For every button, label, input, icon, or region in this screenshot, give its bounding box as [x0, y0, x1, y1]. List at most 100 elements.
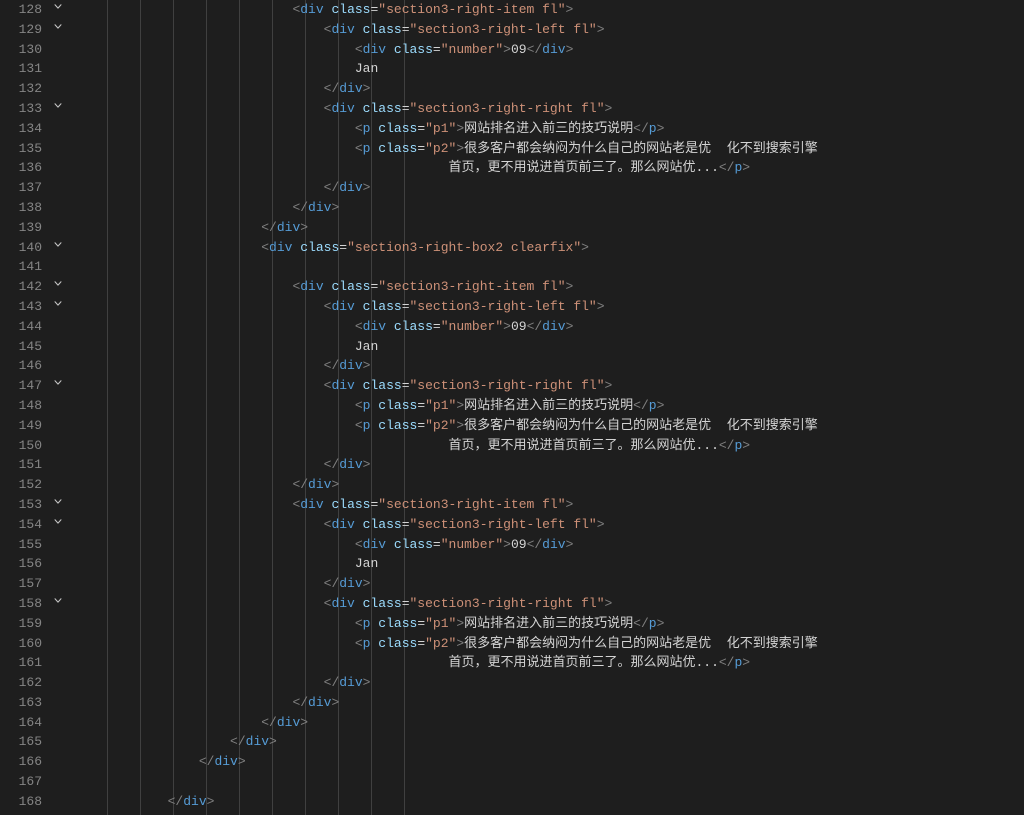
code-line[interactable]: </div> [74, 673, 1024, 693]
code-line[interactable]: 首页，更不用说进首页前三了。那么网站优...</p> [74, 158, 1024, 178]
line-number: 135 [0, 139, 49, 159]
fold-cell [49, 178, 67, 198]
code-line[interactable]: <p class="p2">很多客户都会纳闷为什么自己的网站老是优 化不到搜索引… [74, 634, 1024, 654]
fold-cell [49, 198, 67, 218]
line-number: 136 [0, 158, 49, 178]
line-number: 154 [0, 515, 49, 535]
code-line[interactable]: <div class="section3-right-left fl"> [74, 515, 1024, 535]
fold-cell [49, 634, 67, 654]
code-line[interactable]: <div class="section3-right-right fl"> [74, 594, 1024, 614]
line-number: 139 [0, 218, 49, 238]
line-number: 163 [0, 693, 49, 713]
fold-toggle[interactable] [49, 20, 67, 40]
fold-cell [49, 257, 67, 277]
fold-cell [49, 455, 67, 475]
fold-toggle[interactable] [49, 594, 67, 614]
line-number: 134 [0, 119, 49, 139]
code-line[interactable]: Jan [74, 59, 1024, 79]
code-line[interactable]: <div class="section3-right-right fl"> [74, 99, 1024, 119]
fold-cell [49, 317, 67, 337]
code-line[interactable] [74, 772, 1024, 792]
code-line[interactable]: </div> [74, 574, 1024, 594]
line-number: 148 [0, 396, 49, 416]
fold-cell [49, 436, 67, 456]
code-line[interactable]: <div class="section3-right-left fl"> [74, 297, 1024, 317]
fold-toggle[interactable] [49, 99, 67, 119]
fold-toggle[interactable] [49, 495, 67, 515]
code-line[interactable]: </div> [74, 792, 1024, 812]
code-line[interactable]: <div class="section3-right-left fl"> [74, 20, 1024, 40]
code-editor[interactable]: 1281291301311321331341351361371381391401… [0, 0, 1024, 815]
code-line[interactable]: </div> [74, 732, 1024, 752]
fold-cell [49, 158, 67, 178]
fold-cell [49, 337, 67, 357]
line-number: 165 [0, 732, 49, 752]
fold-cell [49, 139, 67, 159]
fold-toggle[interactable] [49, 238, 67, 258]
code-line[interactable]: </div> [74, 475, 1024, 495]
code-line[interactable]: <p class="p1">网站排名进入前三的技巧说明</p> [74, 396, 1024, 416]
code-line[interactable]: </div> [74, 455, 1024, 475]
code-line[interactable]: <p class="p2">很多客户都会纳闷为什么自己的网站老是优 化不到搜索引… [74, 139, 1024, 159]
fold-cell [49, 614, 67, 634]
line-number: 147 [0, 376, 49, 396]
code-line[interactable]: 首页，更不用说进首页前三了。那么网站优...</p> [74, 436, 1024, 456]
line-number: 156 [0, 554, 49, 574]
code-line[interactable]: </div> [74, 218, 1024, 238]
code-area[interactable]: <div class="section3-right-item fl"> <di… [74, 0, 1024, 815]
code-line[interactable]: </div> [74, 198, 1024, 218]
fold-toggle[interactable] [49, 277, 67, 297]
line-number: 133 [0, 99, 49, 119]
code-line[interactable]: 首页，更不用说进首页前三了。那么网站优...</p> [74, 653, 1024, 673]
line-number: 157 [0, 574, 49, 594]
fold-toggle[interactable] [49, 376, 67, 396]
fold-toggle[interactable] [49, 297, 67, 317]
line-number: 140 [0, 238, 49, 258]
code-line[interactable]: <div class="section3-right-item fl"> [74, 277, 1024, 297]
fold-cell [49, 416, 67, 436]
code-line[interactable]: </div> [74, 178, 1024, 198]
code-line[interactable]: <p class="p2">很多客户都会纳闷为什么自己的网站老是优 化不到搜索引… [74, 416, 1024, 436]
line-number: 150 [0, 436, 49, 456]
line-number: 151 [0, 455, 49, 475]
code-line[interactable]: <div class="number">09</div> [74, 40, 1024, 60]
fold-cell [49, 396, 67, 416]
line-number: 168 [0, 792, 49, 812]
fold-toggle[interactable] [49, 515, 67, 535]
fold-toggle[interactable] [49, 0, 67, 20]
fold-cell [49, 792, 67, 812]
fold-cell [49, 475, 67, 495]
code-line[interactable]: <div class="section3-right-item fl"> [74, 0, 1024, 20]
code-line[interactable]: <p class="p1">网站排名进入前三的技巧说明</p> [74, 614, 1024, 634]
code-line[interactable]: <div class="section3-right-box2 clearfix… [74, 238, 1024, 258]
code-line[interactable]: </div> [74, 356, 1024, 376]
fold-cell [49, 356, 67, 376]
fold-cell [49, 40, 67, 60]
line-number: 166 [0, 752, 49, 772]
fold-cell [49, 574, 67, 594]
line-number: 149 [0, 416, 49, 436]
line-number: 130 [0, 40, 49, 60]
code-line[interactable]: </div> [74, 713, 1024, 733]
code-line[interactable]: </div> [74, 79, 1024, 99]
code-line[interactable]: Jan [74, 554, 1024, 574]
fold-cell [49, 732, 67, 752]
fold-cell [49, 772, 67, 792]
code-line[interactable]: <div class="section3-right-item fl"> [74, 495, 1024, 515]
code-line[interactable]: </div> [74, 752, 1024, 772]
line-number: 131 [0, 59, 49, 79]
code-line[interactable]: <div class="section3-right-right fl"> [74, 376, 1024, 396]
code-line[interactable]: <div class="number">09</div> [74, 535, 1024, 555]
code-line[interactable]: <p class="p1">网站排名进入前三的技巧说明</p> [74, 119, 1024, 139]
line-number: 138 [0, 198, 49, 218]
fold-cell [49, 713, 67, 733]
line-number: 162 [0, 673, 49, 693]
line-number: 160 [0, 634, 49, 654]
code-line[interactable]: <div class="number">09</div> [74, 317, 1024, 337]
code-line[interactable] [74, 257, 1024, 277]
fold-cell [49, 554, 67, 574]
line-number: 142 [0, 277, 49, 297]
code-line[interactable]: </div> [74, 693, 1024, 713]
code-line[interactable]: Jan [74, 337, 1024, 357]
fold-cell [49, 218, 67, 238]
